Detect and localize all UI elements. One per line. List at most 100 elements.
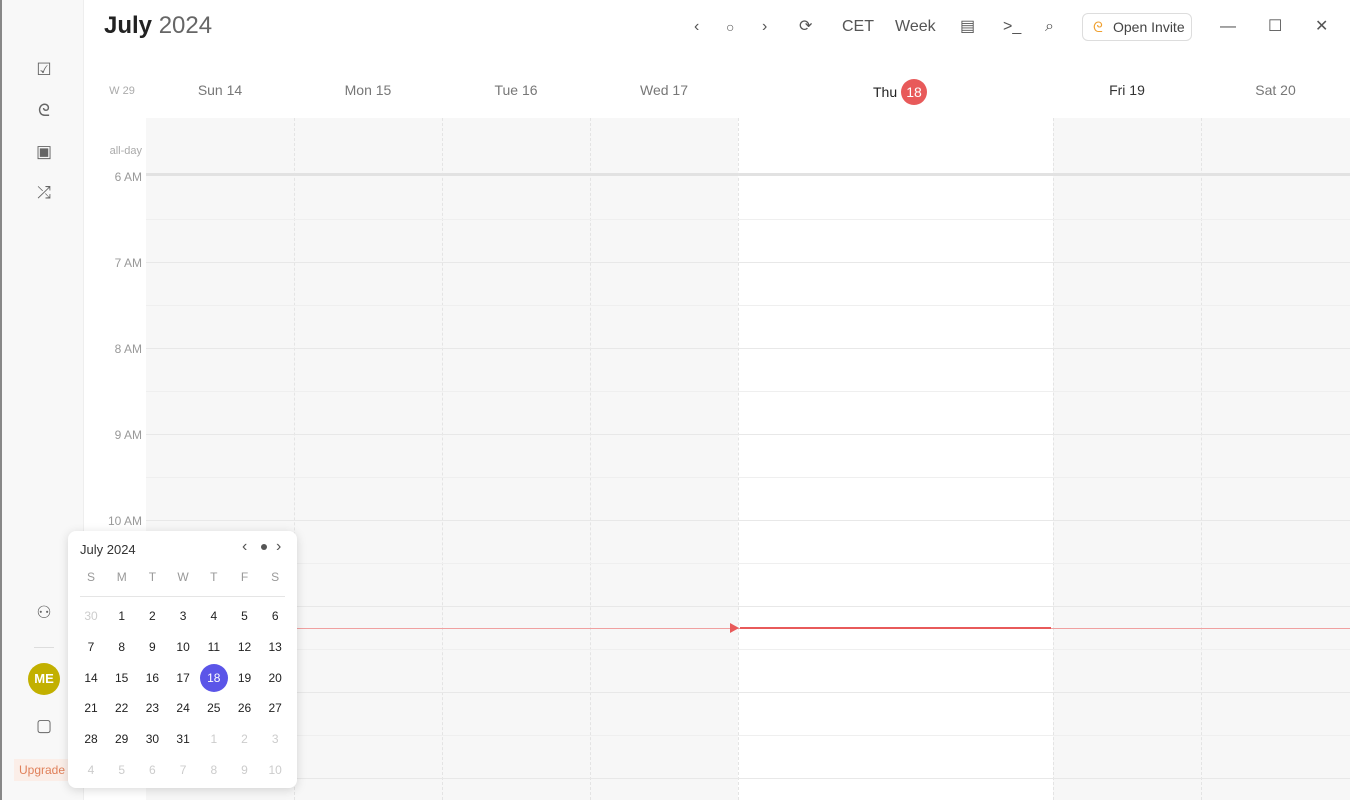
mini-calendar-day[interactable]: 5: [107, 756, 137, 784]
mini-calendar-day[interactable]: 4: [199, 602, 229, 630]
all-day-divider: [146, 173, 1350, 176]
mini-calendar-day[interactable]: 31: [168, 725, 198, 753]
mini-calendar-day[interactable]: 10: [168, 633, 198, 661]
close-icon[interactable]: ✕: [1315, 14, 1328, 40]
mini-calendar-day[interactable]: 3: [260, 725, 290, 753]
mini-calendar-day[interactable]: 29: [107, 725, 137, 753]
open-invite-button[interactable]: ᘓ Open Invite: [1082, 13, 1192, 41]
calendar-icon[interactable]: ▢: [32, 714, 56, 738]
mini-calendar-day[interactable]: 1: [107, 602, 137, 630]
mini-calendar-day[interactable]: 6: [260, 602, 290, 630]
week-grid[interactable]: [146, 118, 1350, 800]
mini-calendar-day[interactable]: 2: [230, 725, 260, 753]
mini-calendar-day[interactable]: 11: [199, 633, 229, 661]
weekday-header: M: [116, 570, 127, 584]
mini-calendar-day[interactable]: 10: [260, 756, 290, 784]
mini-calendar-day[interactable]: 30: [76, 602, 106, 630]
calendar-list-icon[interactable]: ▤: [960, 14, 975, 40]
maximize-icon[interactable]: ☐: [1268, 14, 1282, 40]
weekday-header: W: [177, 570, 189, 584]
timezone-button[interactable]: CET: [842, 14, 874, 40]
mini-calendar-day[interactable]: 9: [137, 633, 167, 661]
search-icon[interactable]: ⌕: [1045, 14, 1054, 40]
mini-prev-icon[interactable]: ‹: [242, 538, 247, 556]
current-time-marker-icon: [730, 623, 739, 633]
hour-label: 10 AM: [107, 514, 142, 528]
mini-calendar-day[interactable]: 24: [168, 694, 198, 722]
day-header[interactable]: Wed 17: [590, 82, 738, 98]
tasks-icon[interactable]: ☑: [32, 58, 56, 82]
mini-calendar-title: July 2024: [80, 542, 136, 557]
mini-calendar-day[interactable]: 18: [199, 663, 229, 692]
mini-calendar-day[interactable]: 26: [230, 694, 260, 722]
weekday-header: S: [271, 570, 280, 584]
title-month: July: [104, 12, 153, 39]
day-header[interactable]: Sat 20: [1201, 82, 1350, 98]
column-divider: [1053, 118, 1054, 800]
divider: [80, 596, 285, 597]
contact-calendar-icon[interactable]: ▣: [32, 140, 56, 164]
links-icon[interactable]: ᘓ: [32, 99, 56, 123]
day-header[interactable]: Fri 19: [1053, 82, 1201, 98]
mini-calendar-day[interactable]: 13: [260, 633, 290, 661]
mini-calendar-day[interactable]: 23: [137, 694, 167, 722]
column-divider: [738, 118, 739, 800]
mini-calendar-day[interactable]: 27: [260, 694, 290, 722]
mini-calendar-day[interactable]: 6: [137, 756, 167, 784]
mini-calendar-day[interactable]: 12: [230, 633, 260, 661]
command-icon[interactable]: >_: [1003, 14, 1021, 40]
day-header[interactable]: Sun 14: [146, 82, 294, 98]
shuffle-icon[interactable]: ⤮: [32, 181, 56, 205]
refresh-icon[interactable]: ⟳: [799, 14, 812, 40]
mini-calendar-day[interactable]: 21: [76, 694, 106, 722]
mini-calendar-day[interactable]: 5: [230, 602, 260, 630]
mini-calendar-day[interactable]: 8: [107, 633, 137, 661]
hour-label: 8 AM: [114, 342, 142, 356]
mini-next-icon[interactable]: ›: [276, 538, 281, 556]
mini-calendar-day[interactable]: 2: [137, 602, 167, 630]
mini-calendar-day[interactable]: 8: [199, 756, 229, 784]
day-header[interactable]: Mon 15: [294, 82, 442, 98]
all-day-label: all-day: [109, 145, 142, 157]
mini-calendar-day[interactable]: 20: [260, 664, 290, 692]
mini-calendar-day[interactable]: 25: [199, 694, 229, 722]
avatar[interactable]: ME: [28, 663, 60, 695]
weekday-header: F: [240, 570, 249, 584]
hour-label: 7 AM: [114, 256, 142, 270]
day-header-today[interactable]: Thu 18: [860, 79, 940, 105]
mini-calendar-day[interactable]: 28: [76, 725, 106, 753]
prev-week-icon[interactable]: ‹: [694, 14, 699, 40]
mini-calendar-day[interactable]: 4: [76, 756, 106, 784]
weekday-header: S: [86, 570, 95, 584]
mini-calendar-day[interactable]: 3: [168, 602, 198, 630]
minimize-icon[interactable]: —: [1220, 14, 1236, 40]
upgrade-button[interactable]: Upgrade: [14, 759, 74, 781]
team-icon[interactable]: ⚇: [32, 601, 56, 625]
mini-calendar-day[interactable]: 19: [230, 664, 260, 692]
mini-calendar-day[interactable]: 7: [76, 633, 106, 661]
column-divider: [1201, 118, 1202, 800]
mini-calendar-day[interactable]: 16: [137, 664, 167, 692]
mini-calendar-day[interactable]: 9: [230, 756, 260, 784]
link-icon: ᘓ: [1093, 19, 1103, 35]
weekday-header: T: [210, 570, 218, 584]
today-circle-icon[interactable]: ○: [726, 14, 734, 40]
mini-today-dot-icon[interactable]: [261, 544, 267, 550]
view-button[interactable]: Week: [895, 14, 936, 40]
day-label: Thu: [872, 84, 898, 100]
hour-label: 6 AM: [114, 170, 142, 182]
divider: [34, 647, 54, 648]
today-column[interactable]: [738, 118, 1053, 800]
page-title: July 2024: [104, 12, 212, 40]
mini-calendar-day[interactable]: 22: [107, 694, 137, 722]
next-week-icon[interactable]: ›: [762, 14, 767, 40]
mini-calendar-day[interactable]: 15: [107, 664, 137, 692]
mini-calendar-day[interactable]: 30: [137, 725, 167, 753]
day-header[interactable]: Tue 16: [442, 82, 590, 98]
weekday-header: T: [148, 570, 157, 584]
mini-calendar-day[interactable]: 17: [168, 664, 198, 692]
mini-calendar-day[interactable]: 7: [168, 756, 198, 784]
mini-calendar-day[interactable]: 1: [199, 725, 229, 753]
mini-calendar-day[interactable]: 14: [76, 664, 106, 692]
column-divider: [442, 118, 443, 800]
